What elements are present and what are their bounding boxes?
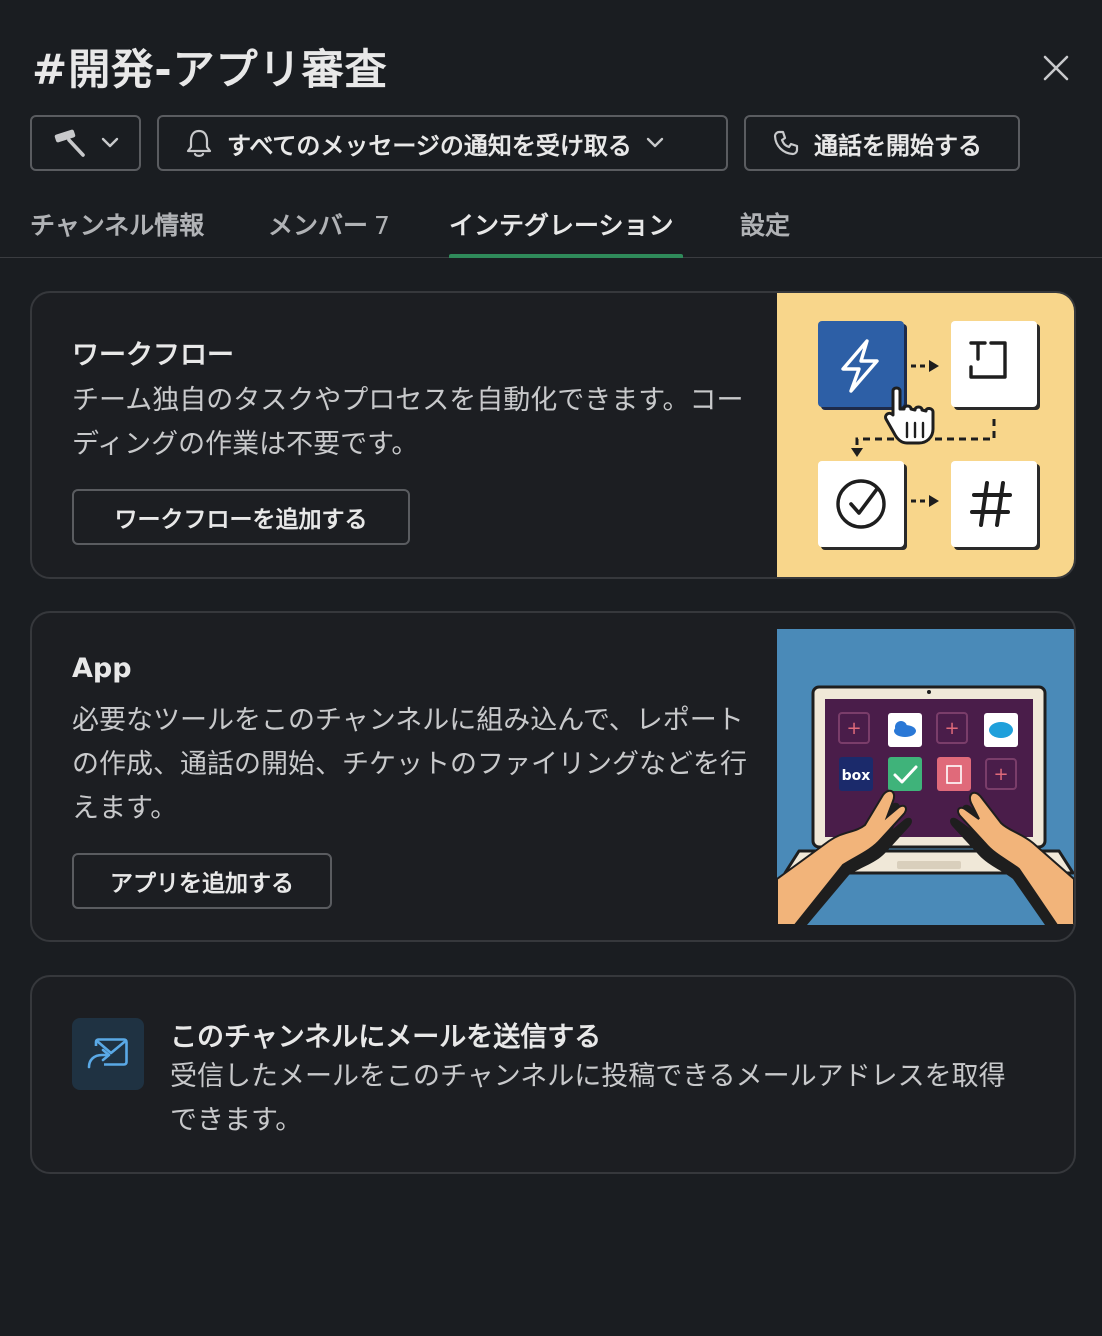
- workflow-title: ワークフロー: [72, 340, 234, 371]
- email-card[interactable]: このチャンネルにメールを送信する 受信したメールをこのチャンネルに投稿できるメー…: [30, 975, 1076, 1174]
- chevron-down-icon: [646, 137, 664, 148]
- workflow-illustration: [777, 293, 1074, 577]
- member-count: 7: [374, 211, 390, 240]
- tab-channel-info[interactable]: チャンネル情報: [30, 206, 204, 242]
- tools-dropdown-button[interactable]: [30, 115, 141, 171]
- svg-text:+: +: [944, 718, 959, 739]
- apps-description: 必要なツールをこのチャンネルに組み込んで、レポートの作成、通話の開始、チケットの…: [72, 705, 747, 824]
- email-description: 受信したメールをこのチャンネルに投稿できるメールアドレスを取得できます。: [170, 1061, 1006, 1136]
- active-tab-indicator: [449, 254, 683, 258]
- tab-bar: チャンネル情報 メンバー 7 インテグレーション 設定: [0, 196, 1102, 258]
- close-icon: [1043, 55, 1069, 81]
- add-workflow-button[interactable]: ワークフローを追加する: [72, 489, 410, 545]
- hammer-icon: [54, 129, 85, 157]
- channel-details-header: #開発-アプリ審査 すべてのメッセージの通知を受け取る 通話を開始する チャンネ…: [0, 0, 1102, 258]
- tab-settings-label: 設定: [740, 211, 791, 240]
- close-button[interactable]: [1036, 48, 1076, 88]
- apps-card: App 必要なツールをこのチャンネルに組み込んで、レポートの作成、通話の開始、チ…: [30, 611, 1076, 942]
- email-icon-tile: [72, 1018, 144, 1090]
- apps-illustration: + + box +: [777, 629, 1074, 925]
- apps-title: App: [72, 653, 132, 684]
- box-logo-label: box: [842, 768, 871, 784]
- start-call-button[interactable]: 通話を開始する: [744, 115, 1020, 171]
- chevron-down-icon: [101, 137, 118, 148]
- notification-settings-button[interactable]: すべてのメッセージの通知を受け取る: [157, 115, 728, 171]
- channel-title: #開発-アプリ審査: [32, 45, 388, 94]
- phone-icon: [773, 130, 799, 156]
- tab-channel-info-label: チャンネル情報: [30, 211, 205, 240]
- add-app-button[interactable]: アプリを追加する: [72, 853, 332, 909]
- workflow-description: チーム独自のタスクやプロセスを自動化できます。コーディングの作業は不要です。: [72, 385, 744, 460]
- tab-integrations-label: インテグレーション: [449, 211, 674, 240]
- notification-settings-label: すべてのメッセージの通知を受け取る: [227, 131, 632, 160]
- svg-text:+: +: [993, 764, 1008, 785]
- bell-icon: [186, 129, 212, 157]
- email-title: このチャンネルにメールを送信する: [170, 1022, 602, 1053]
- tab-settings[interactable]: 設定: [740, 206, 790, 242]
- tab-members-label: メンバー: [268, 211, 369, 240]
- svg-text:+: +: [846, 718, 861, 739]
- workflow-card: ワークフロー チーム独自のタスクやプロセスを自動化できます。コーディングの作業は…: [30, 291, 1076, 579]
- tab-integrations[interactable]: インテグレーション: [449, 206, 674, 242]
- start-call-label: 通話を開始する: [814, 131, 982, 160]
- tab-members[interactable]: メンバー 7: [268, 206, 390, 242]
- email-forward-icon: [87, 1038, 128, 1069]
